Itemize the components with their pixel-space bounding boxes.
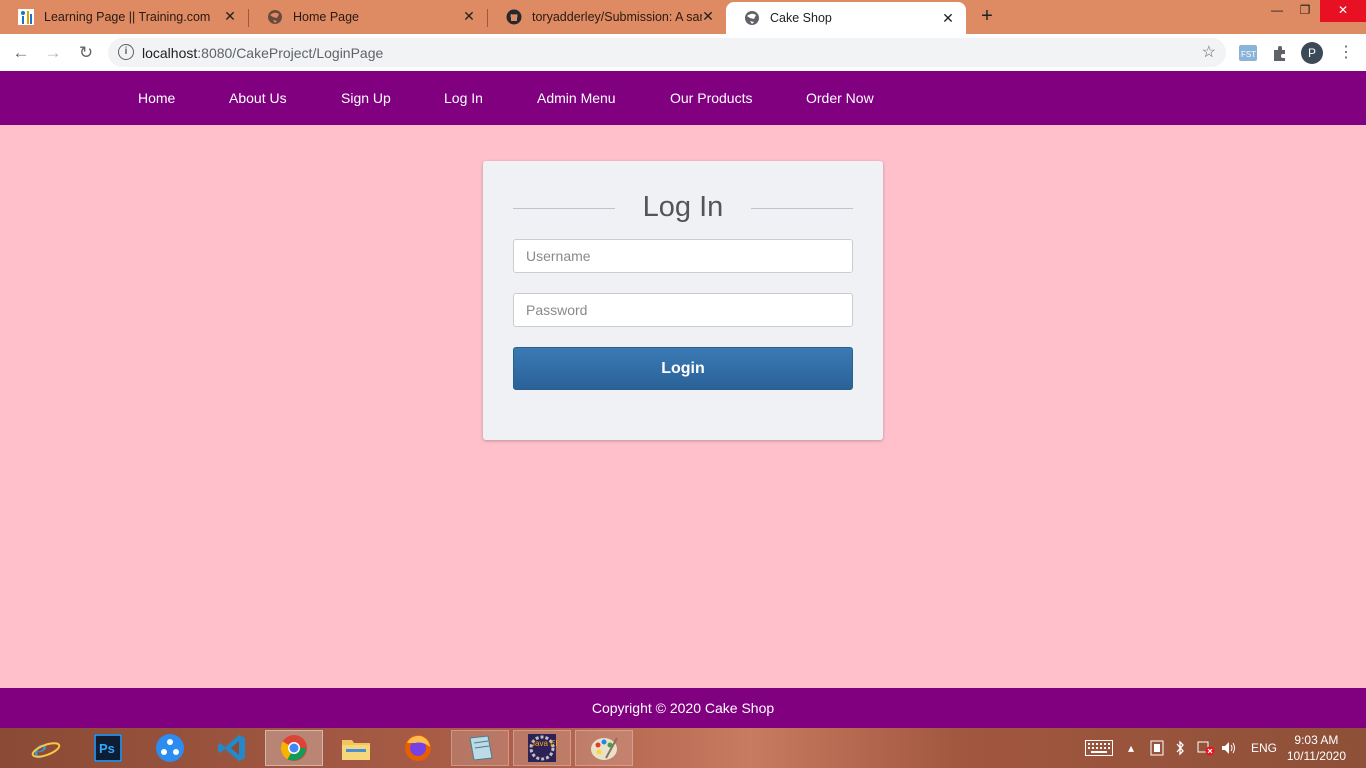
- browser-toolbar: ← → ↻ i localhost:8080/CakeProject/Login…: [0, 34, 1366, 71]
- nav-link-sign-up[interactable]: Sign Up: [341, 90, 391, 106]
- nav-link-order-now[interactable]: Order Now: [806, 90, 874, 106]
- site-footer: Copyright © 2020 Cake Shop: [0, 688, 1366, 728]
- bluetooth-icon[interactable]: [1175, 728, 1185, 768]
- tab-title: Home Page: [293, 10, 360, 24]
- web-page: Home About Us Sign Up Log In Admin Menu …: [0, 71, 1366, 728]
- password-input[interactable]: [513, 293, 853, 327]
- device-icon[interactable]: [1150, 728, 1164, 768]
- svg-text:FST: FST: [1241, 50, 1256, 59]
- nav-link-our-products[interactable]: Our Products: [670, 90, 752, 106]
- login-title: Log In: [642, 191, 724, 223]
- tab-title: Learning Page || Training.com: [44, 10, 211, 24]
- tab-learning-page[interactable]: Learning Page || Training.com ✕: [0, 0, 248, 34]
- globe-icon: [744, 10, 760, 26]
- tab-home-page[interactable]: Home Page ✕: [249, 0, 487, 34]
- browser-tab-strip: Learning Page || Training.com ✕ Home Pag…: [0, 0, 1366, 34]
- extensions-puzzle-icon[interactable]: [1271, 44, 1289, 62]
- tab-cake-shop[interactable]: Cake Shop ✕: [726, 2, 966, 34]
- internet-explorer-icon[interactable]: e: [19, 730, 73, 766]
- java-ee-label: Java EE IDE: [531, 739, 557, 748]
- svg-text:Ps: Ps: [99, 741, 115, 756]
- minimize-icon[interactable]: —: [1262, 0, 1292, 22]
- show-hidden-icons-icon[interactable]: ▴: [1128, 728, 1134, 768]
- sharing-app-icon[interactable]: [143, 730, 197, 766]
- java-ee-ide-icon[interactable]: Java EE IDE: [513, 730, 571, 766]
- training-favicon-icon: [18, 9, 34, 25]
- nav-link-log-in[interactable]: Log In: [444, 90, 483, 106]
- close-tab-icon[interactable]: ✕: [940, 10, 956, 26]
- site-info-icon[interactable]: i: [118, 44, 134, 60]
- window-close-icon[interactable]: ✕: [1320, 0, 1366, 22]
- notepad-app-icon[interactable]: [451, 730, 509, 766]
- close-tab-icon[interactable]: ✕: [700, 8, 716, 24]
- new-tab-icon[interactable]: +: [977, 6, 997, 26]
- username-input[interactable]: [513, 239, 853, 273]
- extension-fst-icon[interactable]: FST: [1239, 44, 1257, 62]
- reload-icon[interactable]: ↻: [75, 42, 97, 64]
- input-language[interactable]: ENG: [1251, 728, 1277, 768]
- back-arrow-icon[interactable]: ←: [10, 42, 32, 64]
- tab-title: toryadderley/Submission: A samp: [532, 10, 702, 24]
- forward-arrow-icon[interactable]: →: [42, 42, 64, 64]
- photoshop-icon[interactable]: Ps: [81, 730, 135, 766]
- file-explorer-icon[interactable]: [329, 730, 383, 766]
- address-bar[interactable]: i localhost:8080/CakeProject/LoginPage ☆: [108, 38, 1226, 67]
- close-tab-icon[interactable]: ✕: [222, 8, 238, 24]
- close-tab-icon[interactable]: ✕: [461, 8, 477, 24]
- url-text[interactable]: localhost:8080/CakeProject/LoginPage: [142, 45, 383, 61]
- volume-icon[interactable]: [1221, 728, 1237, 768]
- globe-icon: [267, 9, 283, 25]
- github-icon: [506, 9, 522, 25]
- login-card: Log In Login: [483, 161, 883, 440]
- clock-time: 9:03 AM: [1294, 733, 1339, 747]
- login-button[interactable]: Login: [513, 347, 853, 390]
- restore-icon[interactable]: ❐: [1290, 0, 1320, 22]
- clock-date: 10/11/2020: [1286, 749, 1346, 763]
- nav-link-about-us[interactable]: About Us: [229, 90, 287, 106]
- svg-text:e: e: [34, 734, 46, 763]
- touch-keyboard-icon[interactable]: [1085, 728, 1113, 768]
- nav-link-home[interactable]: Home: [138, 90, 175, 106]
- system-clock[interactable]: 9:03 AM 10/11/2020: [1287, 732, 1346, 764]
- tab-github-submission[interactable]: toryadderley/Submission: A samp ✕: [488, 0, 726, 34]
- copyright-text: Copyright © 2020 Cake Shop: [591, 700, 775, 716]
- network-disconnected-icon[interactable]: [1197, 728, 1215, 768]
- site-navigation: Home About Us Sign Up Log In Admin Menu …: [0, 71, 1366, 125]
- profile-avatar[interactable]: P: [1301, 42, 1323, 64]
- vs-code-icon[interactable]: [205, 730, 259, 766]
- browser-menu-icon[interactable]: ⋮: [1338, 42, 1354, 64]
- tab-title: Cake Shop: [770, 11, 832, 25]
- paint-icon[interactable]: [575, 730, 633, 766]
- windows-taskbar: e Ps Java EE IDE ▴ ENG 9:03 AM: [0, 728, 1366, 768]
- firefox-icon[interactable]: [391, 730, 445, 766]
- login-heading: Log In: [513, 189, 853, 225]
- bookmark-star-icon[interactable]: ☆: [1202, 42, 1216, 62]
- nav-link-admin-menu[interactable]: Admin Menu: [537, 90, 616, 106]
- chrome-icon[interactable]: [265, 730, 323, 766]
